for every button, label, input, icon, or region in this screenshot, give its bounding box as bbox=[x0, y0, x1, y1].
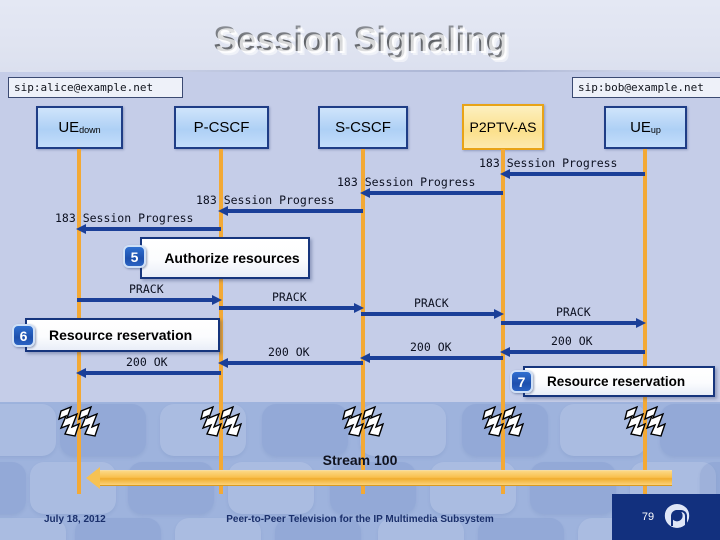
node-ue-up[interactable]: UE up bbox=[604, 106, 687, 149]
lifeline-break-icon bbox=[57, 405, 101, 439]
step-7-label: Resource reservation bbox=[547, 374, 686, 389]
node-ue-down-sub: down bbox=[79, 124, 101, 135]
message-label-200ok-2: 200 OK bbox=[410, 340, 452, 354]
node-p2ptv-as-label: P2PTV-AS bbox=[469, 118, 537, 135]
node-p-cscf-label: P-CSCF bbox=[193, 118, 250, 136]
sip-uri-bob: sip:bob@example.net bbox=[572, 77, 720, 98]
arrow-prack-pcscf-to-scscf bbox=[219, 303, 364, 313]
message-label-183-3: 183 Session Progress bbox=[196, 193, 335, 207]
node-ue-down[interactable]: UE down bbox=[36, 106, 123, 149]
arrow-prack-as-to-ueup bbox=[501, 318, 646, 328]
message-label-200ok-1: 200 OK bbox=[551, 334, 593, 348]
step-badge-7: 7 bbox=[510, 370, 533, 393]
arrow-prack-uedown-to-pcscf bbox=[77, 295, 222, 305]
node-ue-up-sub: up bbox=[650, 124, 661, 135]
node-ue-down-label: UE bbox=[58, 118, 80, 136]
slide-canvas: Session Signaling sip:alice@example.net … bbox=[0, 0, 720, 540]
stream-label: Stream 100 bbox=[322, 452, 398, 468]
arrow-200ok-uedown-to-pcscf bbox=[76, 368, 221, 378]
sip-uri-alice: sip:alice@example.net bbox=[8, 77, 183, 98]
arrow-prack-scscf-to-as bbox=[361, 309, 504, 319]
lifeline-break-icon bbox=[481, 405, 525, 439]
arrow-183-pcscf-to-scscf bbox=[218, 206, 363, 216]
node-s-cscf-label: S-CSCF bbox=[335, 118, 391, 136]
arrow-200ok-pcscf-to-scscf bbox=[218, 358, 363, 368]
step-box-authorize-resources[interactable]: Authorize resources bbox=[140, 237, 310, 279]
lifeline-s-cscf bbox=[361, 149, 365, 494]
node-p2ptv-as[interactable]: P2PTV-AS bbox=[462, 104, 544, 150]
arrow-183-scscf-to-as bbox=[360, 188, 503, 198]
message-label-183-4: 183 Session Progress bbox=[55, 211, 194, 225]
message-label-183-1: 183 Session Progress bbox=[479, 156, 618, 170]
lifeline-break-icon bbox=[199, 405, 243, 439]
arrow-200ok-as-to-ueup bbox=[500, 347, 645, 357]
message-label-prack-4: PRACK bbox=[556, 305, 591, 319]
step-box-resource-reservation-7[interactable]: Resource reservation bbox=[523, 366, 715, 397]
arrow-200ok-scscf-to-as bbox=[360, 353, 503, 363]
message-label-prack-2: PRACK bbox=[272, 290, 307, 304]
message-label-183-2: 183 Session Progress bbox=[337, 175, 476, 189]
lifeline-break-icon bbox=[623, 405, 667, 439]
arrow-183-as-to-ue-up bbox=[500, 169, 645, 179]
institution-logo-icon bbox=[664, 504, 691, 530]
step-badge-6: 6 bbox=[12, 324, 35, 347]
footer-page-box: 79 bbox=[612, 494, 720, 540]
node-s-cscf[interactable]: S-CSCF bbox=[318, 106, 408, 149]
arrow-183-uedown-to-pcscf bbox=[76, 224, 221, 234]
node-ue-up-label: UE bbox=[630, 118, 651, 136]
step-box-resource-reservation-6[interactable]: Resource reservation bbox=[25, 318, 220, 352]
lifeline-break-icon bbox=[341, 405, 385, 439]
message-label-prack-1: PRACK bbox=[129, 282, 164, 296]
step-5-label: Authorize resources bbox=[164, 249, 300, 266]
message-label-prack-3: PRACK bbox=[414, 296, 449, 310]
message-label-200ok-3: 200 OK bbox=[268, 345, 310, 359]
message-label-200ok-4: 200 OK bbox=[126, 355, 168, 369]
arrow-stream-100 bbox=[86, 467, 672, 489]
step-6-label: Resource reservation bbox=[49, 327, 193, 343]
page-number: 79 bbox=[641, 511, 655, 523]
node-p-cscf[interactable]: P-CSCF bbox=[174, 106, 269, 149]
page-title: Session Signaling bbox=[0, 20, 720, 60]
header-divider bbox=[18, 70, 708, 72]
step-badge-5: 5 bbox=[123, 245, 146, 268]
